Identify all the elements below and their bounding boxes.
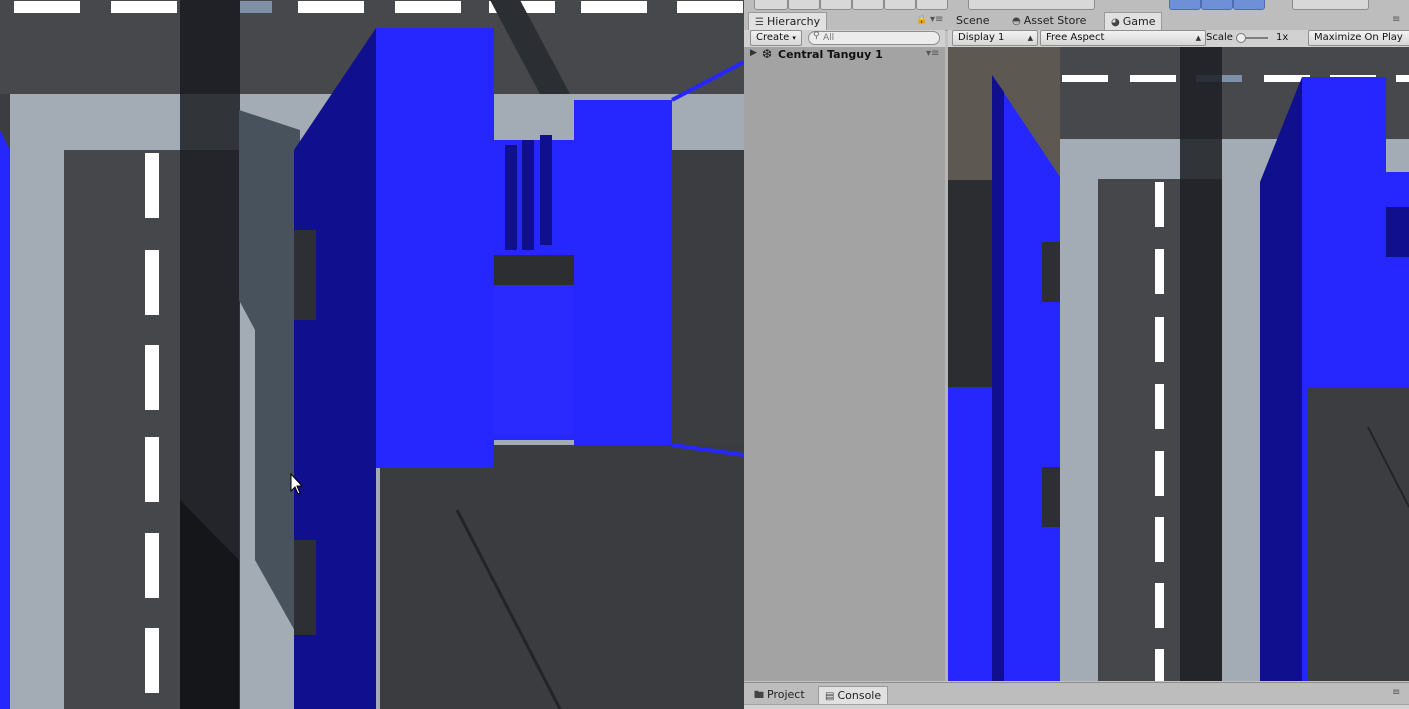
scale-tool-button[interactable] <box>852 0 884 10</box>
pacman-icon: ◕ <box>1111 17 1120 28</box>
hierarchy-toolbar: Create ▾ ⚲ <box>744 30 945 48</box>
mouse-cursor-icon <box>290 473 304 495</box>
panel-menu-icon[interactable]: ≡ <box>1392 14 1400 25</box>
scale-slider-thumb[interactable] <box>1236 33 1246 43</box>
tab-project[interactable]: 🖿 Project <box>748 686 811 703</box>
view-tabbar: Scene ◓ Asset Store ◕ Game ≡ <box>948 12 1409 31</box>
console-icon: ▤ <box>825 691 835 702</box>
scale-label: Scale <box>1206 32 1233 43</box>
collab-button[interactable] <box>1292 0 1369 10</box>
hierarchy-tabbar: ☰ Hierarchy 🔒 ▾≡ <box>744 12 948 31</box>
updown-arrow-icon: ▲ <box>1195 34 1201 42</box>
search-icon: ⚲ <box>813 31 820 41</box>
rotate-tool-button[interactable] <box>820 0 852 10</box>
scene-viewport[interactable] <box>0 0 744 709</box>
unity-logo-icon: ❆ <box>762 47 773 61</box>
game-view[interactable] <box>948 47 1409 681</box>
hierarchy-panel: ▶ ❆ Central Tanguy 1 ▾≡ <box>744 47 948 681</box>
store-bag-icon: ◓ <box>1012 16 1021 27</box>
display-dropdown[interactable]: Display 1 ▲ <box>952 30 1038 46</box>
pause-button[interactable] <box>1201 0 1233 10</box>
tab-asset-store[interactable]: ◓ Asset Store <box>1006 12 1092 29</box>
move-tool-button[interactable] <box>788 0 820 10</box>
scene-root-label: Central Tanguy 1 <box>778 48 883 61</box>
scale-slider[interactable] <box>1236 33 1268 43</box>
unity-editor-panel: ☰Hierarchy 🔒 ▾≡ Create ▾ ⚲ ▶ ❆ Central T… <box>744 0 1409 709</box>
tab-hierarchy[interactable]: ☰ Hierarchy <box>748 12 828 30</box>
console-toolbar <box>744 704 1409 709</box>
aspect-dropdown[interactable]: Free Aspect ▲ <box>1040 30 1206 46</box>
dropdown-arrow-icon: ▾ <box>792 34 796 42</box>
updown-arrow-icon: ▲ <box>1027 34 1033 42</box>
create-dropdown[interactable]: Create ▾ <box>750 30 802 46</box>
transform-tool-button[interactable] <box>916 0 948 10</box>
maximize-on-play-toggle[interactable]: Maximize On Play <box>1308 30 1409 46</box>
bottom-tabbar: 🖿 Project ▤ Console ≡ <box>744 682 1409 709</box>
pivot-toggle-button[interactable] <box>968 0 1095 10</box>
panel-menu-icon[interactable]: ≡ <box>1392 687 1400 698</box>
scale-value: 1x <box>1276 32 1289 43</box>
tab-console[interactable]: ▤ Console <box>818 686 889 704</box>
game-render <box>948 47 1409 681</box>
hierarchy-root-row[interactable]: ▶ ❆ Central Tanguy 1 ▾≡ <box>744 47 945 63</box>
scene-render <box>0 0 744 709</box>
rect-tool-button[interactable] <box>884 0 916 10</box>
game-toolbar: Display 1 ▲ Free Aspect ▲ Scale 1x Maxim… <box>948 30 1409 48</box>
list-icon: ☰ <box>755 17 764 28</box>
folder-icon: 🖿 <box>754 690 764 701</box>
scene-menu-icon[interactable]: ▾≡ <box>926 48 939 59</box>
expand-arrow-icon[interactable]: ▶ <box>750 48 757 58</box>
hand-tool-button[interactable] <box>754 0 788 10</box>
tab-game[interactable]: ◕ Game <box>1104 12 1163 30</box>
step-button[interactable] <box>1233 0 1265 10</box>
play-button[interactable] <box>1169 0 1201 10</box>
tab-scene[interactable]: Scene <box>950 12 996 29</box>
hierarchy-search-field[interactable]: ⚲ <box>808 31 940 45</box>
search-input[interactable] <box>823 32 933 43</box>
lock-icon[interactable]: 🔒 <box>916 15 927 25</box>
panel-menu-icon[interactable]: ▾≡ <box>930 14 943 25</box>
